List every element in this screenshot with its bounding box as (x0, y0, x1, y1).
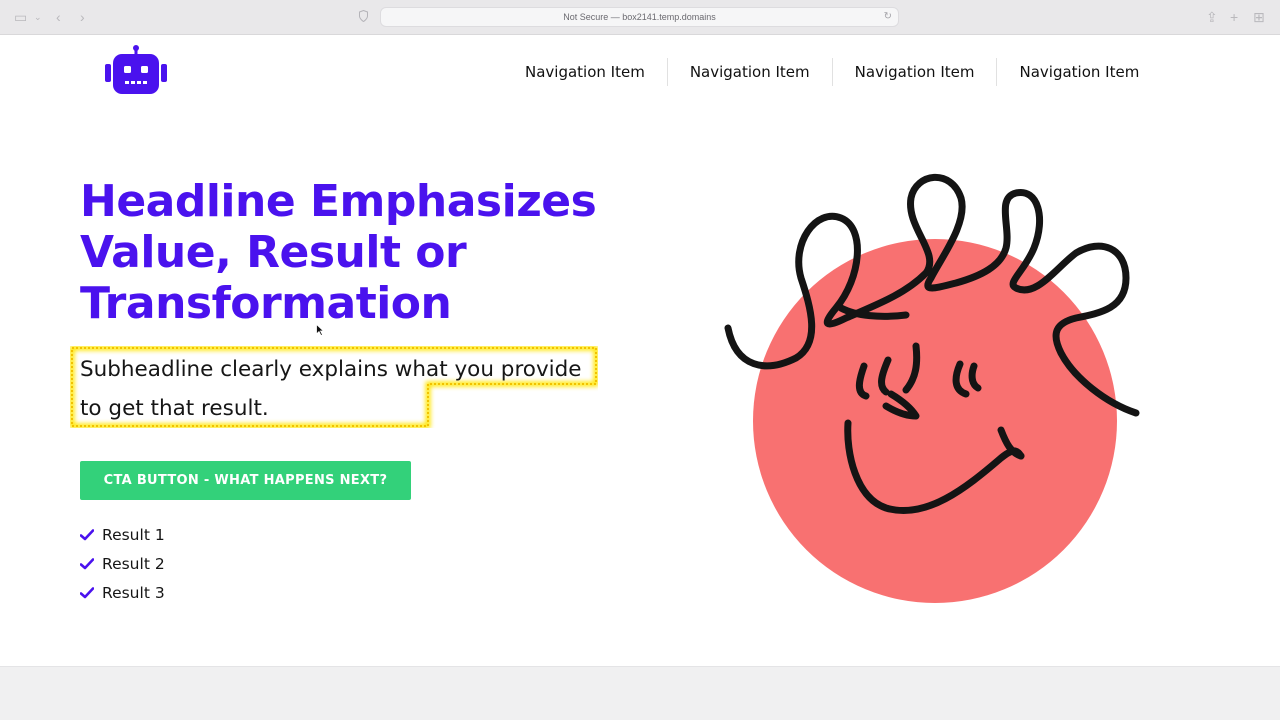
sidebar-toggle-icon[interactable]: ▭ (14, 9, 27, 25)
list-item: Result 2 (80, 549, 165, 578)
tab-overview-icon[interactable]: ⊞ (1253, 9, 1265, 25)
nav-item-3[interactable]: Navigation Item (831, 58, 997, 86)
hero-headline: Headline Emphasizes Value, Result or Tra… (80, 176, 597, 329)
nav-item-1[interactable]: Navigation Item (503, 58, 667, 86)
check-icon (80, 586, 94, 598)
browser-toolbar: ▭ ⌄ ‹ › Not Secure — box2141.temp.domain… (0, 0, 1280, 35)
robot-icon[interactable] (104, 44, 168, 96)
nav-item-4[interactable]: Navigation Item (996, 58, 1161, 86)
forward-icon[interactable]: › (80, 9, 85, 25)
result-label: Result 2 (102, 554, 165, 573)
check-icon (80, 528, 94, 540)
url-text: Not Secure — box2141.temp.domains (563, 12, 716, 22)
nav-item-2[interactable]: Navigation Item (666, 58, 832, 86)
address-bar[interactable]: Not Secure — box2141.temp.domains ↻ (380, 7, 899, 27)
privacy-shield-icon (359, 10, 368, 22)
hero-subheadline: Subheadline clearly explains what you pr… (80, 357, 582, 421)
list-item: Result 1 (80, 520, 165, 549)
next-section (0, 666, 1280, 720)
result-label: Result 3 (102, 583, 165, 602)
back-icon[interactable]: ‹ (56, 9, 61, 25)
chevron-down-icon[interactable]: ⌄ (34, 9, 42, 25)
main-navigation: Navigation Item Navigation Item Navigati… (503, 58, 1161, 86)
check-icon (80, 557, 94, 569)
reload-icon[interactable]: ↻ (884, 8, 892, 26)
list-item: Result 3 (80, 578, 165, 607)
smiley-face-illustration (724, 173, 1140, 603)
new-tab-icon[interactable]: + (1230, 9, 1238, 25)
cta-button[interactable]: CTA BUTTON - WHAT HAPPENS NEXT? (80, 461, 411, 500)
results-list: Result 1 Result 2 Result 3 (80, 520, 165, 607)
share-icon[interactable]: ⇪ (1206, 9, 1218, 25)
result-label: Result 1 (102, 525, 165, 544)
mouse-cursor-icon (316, 324, 324, 336)
